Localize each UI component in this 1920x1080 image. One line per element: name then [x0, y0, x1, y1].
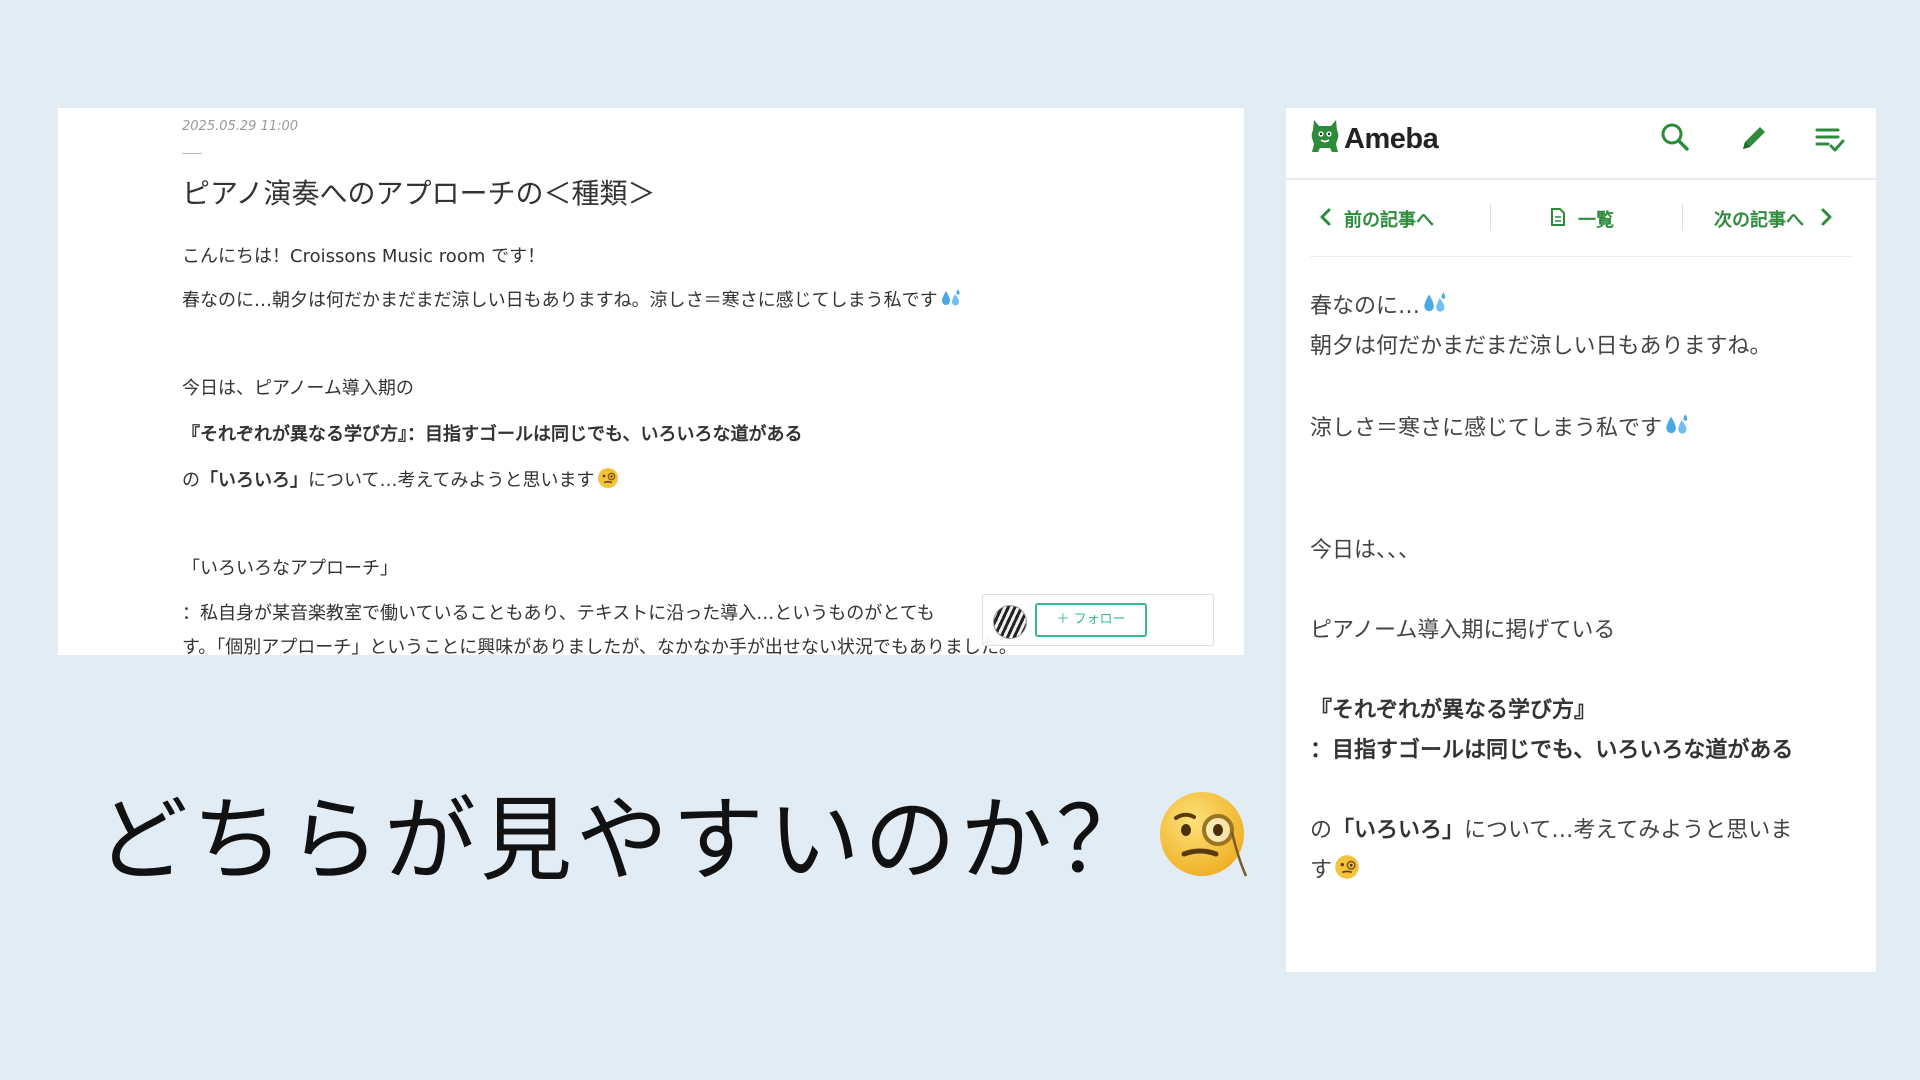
avatar[interactable]: [993, 605, 1027, 639]
monocle-face-icon: [1334, 854, 1360, 886]
mobile-blog-screenshot: Ameba 前の記事へ 一覧 次の記事へ 春なのに… 朝夕は何だかまだまだ涼しい…: [1286, 108, 1876, 972]
article-title[interactable]: ピアノ演奏へのアプローチの＜種類＞: [182, 172, 655, 212]
prev-article-link[interactable]: 前の記事へ: [1318, 206, 1434, 232]
mobile-body-line-bold: 『それぞれが異なる学び方』: [1310, 692, 1596, 724]
app-header: Ameba: [1286, 108, 1876, 180]
bold-text: 『それぞれが異なる学び方』: [1310, 698, 1597, 723]
text-post: について…考えてみようと思います: [308, 470, 595, 491]
document-icon: [1550, 207, 1566, 232]
mobile-body-line: す: [1310, 852, 1360, 886]
body-line: 春なのに…朝夕は何だかまだまだ涼しい日もありますね。涼しさ＝寒さに感じてしまう私…: [182, 286, 962, 314]
ameba-logo-icon: [1310, 118, 1340, 160]
logo-text: Ameba: [1344, 122, 1439, 155]
body-line: ：私自身が某音楽教室で働いていることもあり、テキストに沿った導入…というものがと…: [182, 603, 935, 624]
pc-blog-screenshot: 2025.05.29 11:00 ピアノ演奏へのアプローチの＜種類＞ こんにちは…: [58, 108, 1244, 655]
mobile-body-line: ピアノーム導入期に掲げている: [1310, 618, 1616, 643]
greeting-text: こんにちは！Croissons Music room です！: [182, 246, 546, 267]
pc-article: 2025.05.29 11:00 ピアノ演奏へのアプローチの＜種類＞ こんにちは…: [182, 108, 1204, 655]
monocle-face-icon: [1158, 788, 1250, 902]
monocle-face-icon: [597, 467, 619, 494]
body-text: す: [1310, 858, 1333, 883]
body-line: す。「個別アプローチ」ということに興味がありましたが、なかなか手が出せない状況で…: [182, 637, 1017, 655]
ameba-logo[interactable]: Ameba: [1310, 118, 1439, 160]
divider: [182, 153, 202, 154]
mobile-body-line: 涼しさ＝寒さに感じてしまう私です: [1310, 410, 1690, 444]
chevron-left-icon: [1318, 207, 1334, 232]
next-article-link[interactable]: 次の記事へ: [1714, 206, 1834, 232]
text-post: について…考えてみようと思いま: [1464, 818, 1793, 843]
sweat-droplets-icon: [940, 289, 962, 314]
text-pre: の: [182, 470, 200, 491]
mobile-body-line: 今日は、、、: [1310, 538, 1421, 563]
prev-label: 前の記事へ: [1344, 210, 1434, 231]
bold-text: 『それぞれが異なる学び方』：目指すゴールは同じでも、いろいろな道がある: [182, 424, 803, 445]
bold-text: 「いろいろ」: [200, 470, 308, 491]
body-text: 春なのに…: [1310, 294, 1421, 319]
search-icon[interactable]: [1660, 122, 1690, 156]
body-line: 「いろいろなアプローチ」: [182, 558, 398, 579]
mobile-body-line: の「いろいろ」について…考えてみようと思いま: [1310, 812, 1792, 844]
sweat-droplets-icon: [1422, 292, 1448, 322]
next-label: 次の記事へ: [1714, 210, 1804, 231]
mobile-body-line-bold: ：目指すゴールは同じでも、いろいろな道がある: [1310, 732, 1793, 764]
article-nav: 前の記事へ 一覧 次の記事へ: [1310, 180, 1852, 257]
body-line-text: 春なのに…朝夕は何だかまだまだ涼しい日もありますね。涼しさ＝寒さに感じてしまう私…: [182, 290, 938, 311]
body-line: の「いろいろ」について…考えてみようと思います: [182, 466, 619, 494]
mobile-body-line: 朝夕は何だかまだまだ涼しい日もありますね。: [1310, 334, 1772, 359]
nav-divider: [1490, 204, 1491, 230]
text-pre: の: [1310, 818, 1333, 843]
body-text: 涼しさ＝寒さに感じてしまう私です: [1310, 416, 1663, 441]
comparison-caption: どちらが見やすいのか？: [96, 766, 1250, 902]
body-line: 今日は、ピアノーム導入期の: [182, 378, 414, 399]
body-line-bold: 『それぞれが異なる学び方』：目指すゴールは同じでも、いろいろな道がある: [182, 420, 802, 446]
nav-divider: [1682, 204, 1683, 230]
chevron-right-icon: [1818, 207, 1834, 232]
pencil-icon[interactable]: [1738, 122, 1770, 158]
bold-text: ：目指すゴールは同じでも、いろいろな道がある: [1310, 738, 1794, 763]
follow-button[interactable]: ＋ フォロー: [1035, 603, 1147, 637]
follow-bar: ＋ フォロー: [982, 594, 1214, 646]
sweat-droplets-icon: [1664, 414, 1690, 444]
mobile-body-line: 春なのに…: [1310, 288, 1448, 322]
checklist-icon[interactable]: [1814, 124, 1846, 158]
caption-text: どちらが見やすいのか？: [96, 787, 1153, 894]
article-date: 2025.05.29 11:00: [182, 119, 299, 134]
bold-text: 「いろいろ」: [1332, 818, 1465, 843]
article-list-link[interactable]: 一覧: [1550, 206, 1614, 232]
list-label: 一覧: [1578, 210, 1614, 231]
